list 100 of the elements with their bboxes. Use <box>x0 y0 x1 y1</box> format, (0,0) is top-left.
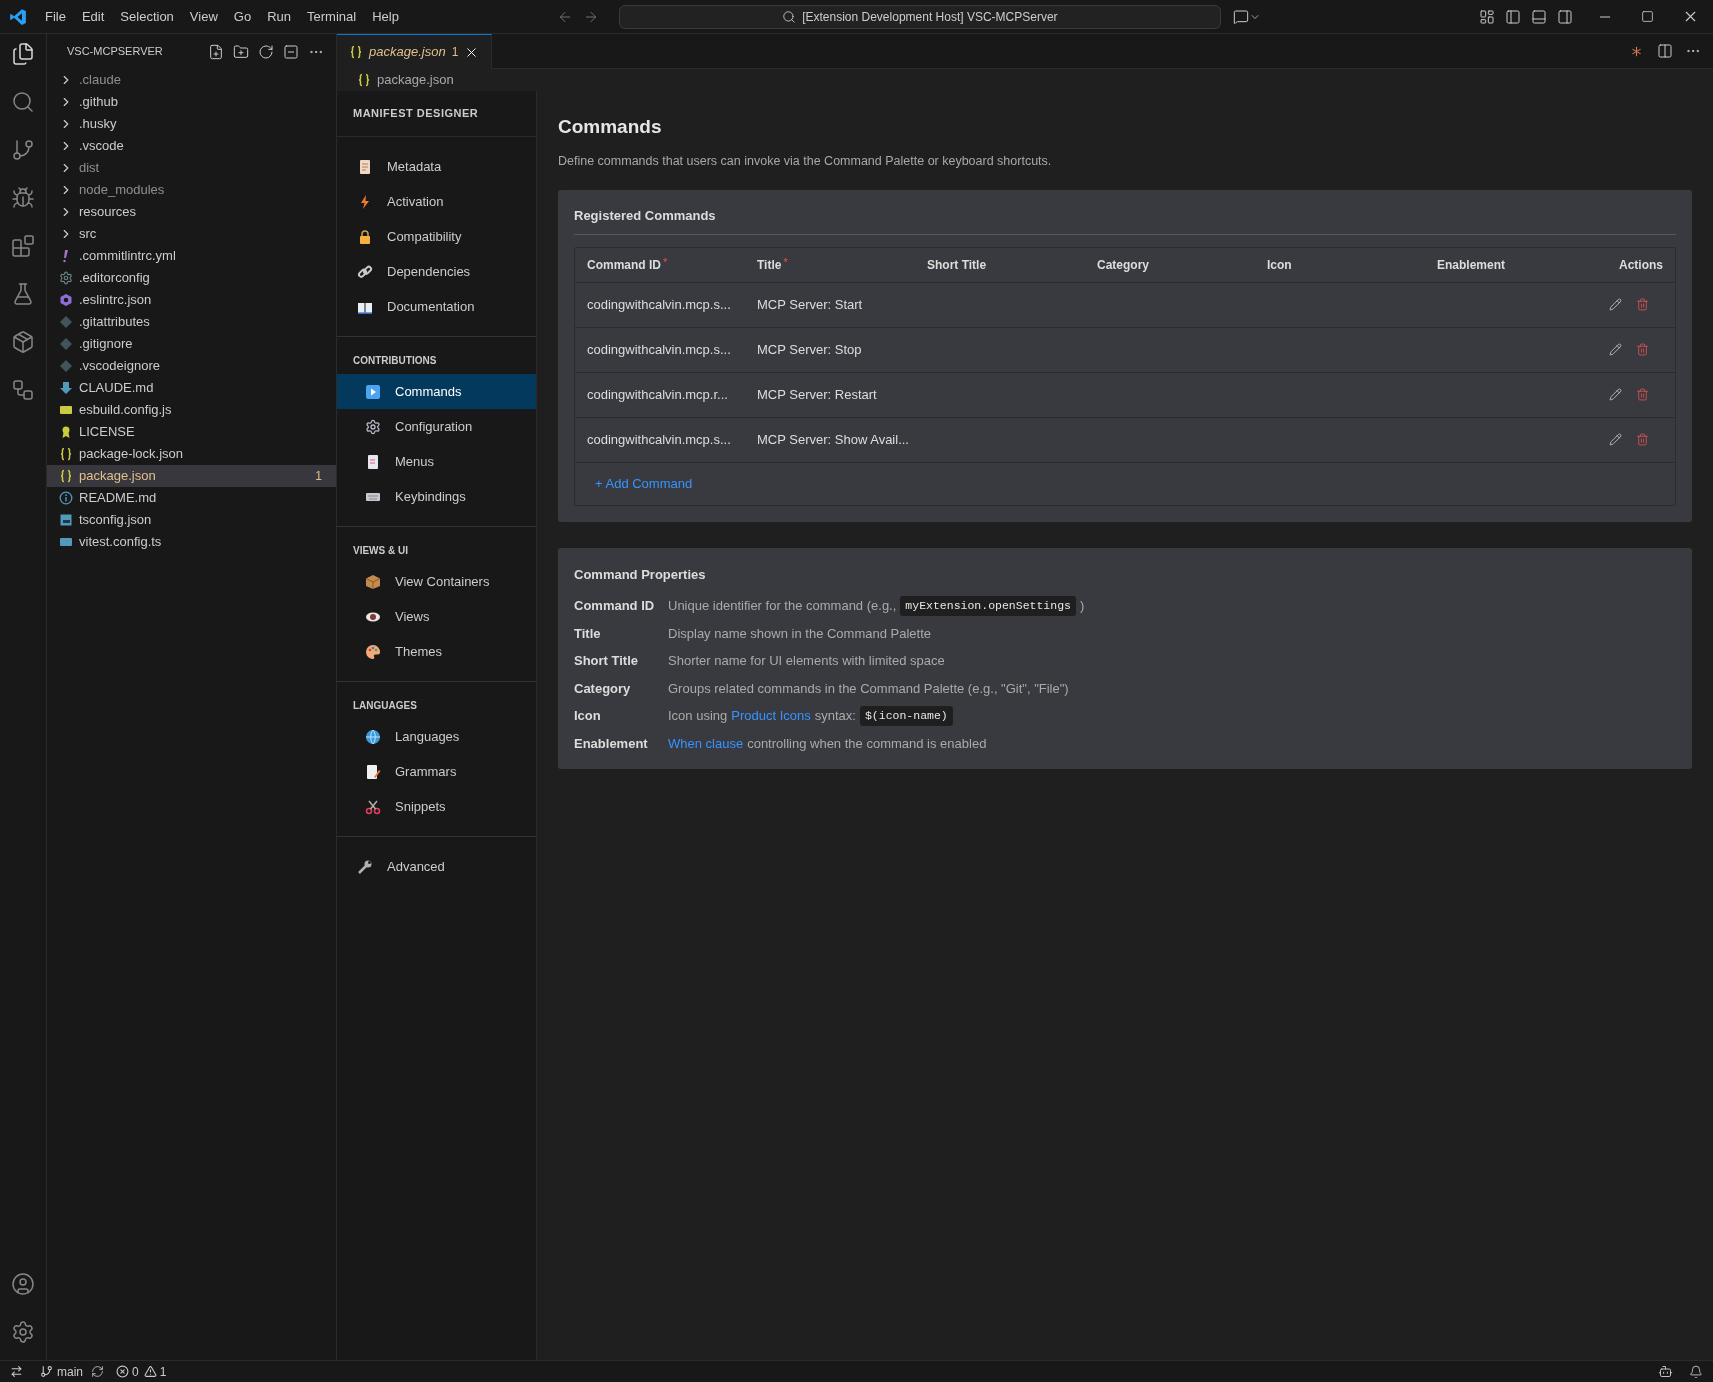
panel-toggle-icon[interactable] <box>1531 8 1547 25</box>
braces-icon <box>349 45 363 59</box>
file-tree-item[interactable]: .vscodeignore <box>47 355 336 377</box>
command-center[interactable]: [Extension Development Host] VSC-MCPServer <box>618 4 1221 29</box>
file-tree-item[interactable]: .gitattributes <box>47 311 336 333</box>
column-header: Actions <box>1619 256 1663 274</box>
sync-icon[interactable] <box>91 1365 104 1378</box>
account-icon[interactable] <box>11 1272 35 1296</box>
designer-title: MANIFEST DESIGNER <box>353 106 479 122</box>
add-command-link[interactable]: + Add Command <box>595 474 693 494</box>
extensions-icon[interactable] <box>11 234 35 258</box>
layout-icon[interactable] <box>1479 8 1495 25</box>
scissors-icon <box>365 798 381 815</box>
new-file-icon[interactable] <box>208 43 224 60</box>
nav-item[interactable]: Commands <box>337 374 536 409</box>
nav-item[interactable]: Keybindings <box>337 479 536 514</box>
file-tree-item[interactable]: .eslintrc.json <box>47 289 336 311</box>
file-tree-item[interactable]: .husky <box>47 113 336 135</box>
table-cell-text: codingwithcalvin.mcp.s... <box>587 296 732 314</box>
file-tree-item[interactable]: README.md <box>47 487 336 509</box>
nav-item[interactable]: Dependencies <box>337 254 536 289</box>
menu-item[interactable]: Selection <box>112 4 182 29</box>
new-folder-icon[interactable] <box>233 43 249 60</box>
file-tree-item[interactable]: .gitignore <box>47 333 336 355</box>
menu-item[interactable]: Go <box>225 4 260 29</box>
script-icon <box>59 403 73 417</box>
explorer-icon[interactable] <box>11 42 35 66</box>
breadcrumb[interactable]: package.json <box>377 70 454 90</box>
menu-item[interactable]: Run <box>259 4 299 29</box>
maximize-icon[interactable] <box>1641 10 1654 23</box>
menu-item[interactable]: View <box>181 4 226 29</box>
sidebar-toggle-icon[interactable] <box>1505 8 1521 25</box>
table-cell-text: codingwithcalvin.mcp.s... <box>587 341 732 359</box>
refresh-icon[interactable] <box>258 43 274 60</box>
edit-icon[interactable] <box>1609 433 1622 447</box>
file-tree-item[interactable]: CLAUDE.md <box>47 377 336 399</box>
file-tree-item[interactable]: .vscode <box>47 135 336 157</box>
table-cell-text: MCP Server: Restart <box>757 386 878 404</box>
file-tree-item[interactable]: esbuild.config.js <box>47 399 336 421</box>
nav-item[interactable]: Metadata <box>337 149 536 184</box>
nav-item[interactable]: Snippets <box>337 789 536 824</box>
property-text: Unique identifier for the command (e.g., <box>668 597 897 616</box>
property-text: Icon using <box>668 707 728 726</box>
edit-icon[interactable] <box>1609 343 1622 357</box>
testing-icon[interactable] <box>11 282 35 306</box>
menu-item[interactable]: Help <box>364 4 407 29</box>
file-tree-item[interactable]: LICENSE <box>47 421 336 443</box>
nav-item[interactable]: Languages <box>337 719 536 754</box>
nav-item[interactable]: Advanced <box>337 849 536 884</box>
file-tree-item[interactable]: dist <box>47 157 336 179</box>
editor-tab[interactable]: package.json 1 <box>337 34 493 69</box>
nav-item[interactable]: Compatibility <box>337 219 536 254</box>
nav-item[interactable]: Menus <box>337 444 536 479</box>
menu-item[interactable]: File <box>37 4 74 29</box>
app-logo-icon <box>9 7 27 26</box>
section-heading: CONTRIBUTIONS <box>352 354 438 368</box>
edit-icon[interactable] <box>1609 388 1622 402</box>
remote-explorer-icon[interactable] <box>11 378 35 402</box>
nav-item[interactable]: View Containers <box>337 564 536 599</box>
property-term: Icon <box>574 707 602 726</box>
file-tree-item[interactable]: package.json 1 <box>47 465 336 487</box>
debug-icon[interactable] <box>11 186 35 210</box>
nav-item[interactable]: Grammars <box>337 754 536 789</box>
menu-item[interactable]: Edit <box>73 4 113 29</box>
package-icon[interactable] <box>11 330 35 354</box>
hexagon-icon <box>59 293 73 307</box>
braces-icon <box>59 447 73 461</box>
file-tree-item[interactable]: resources <box>47 201 336 223</box>
column-header: Category <box>1097 256 1149 274</box>
file-tree-item[interactable]: package-lock.json <box>47 443 336 465</box>
file-tree-item[interactable]: .claude <box>47 69 336 91</box>
settings-icon[interactable] <box>11 1320 35 1344</box>
split-editor-icon[interactable] <box>1657 43 1673 59</box>
file-tree-item[interactable]: .editorconfig <box>47 267 336 289</box>
file-tree-item[interactable]: src <box>47 223 336 245</box>
secondary-sidebar-icon[interactable] <box>1557 8 1573 25</box>
nav-item[interactable]: Activation <box>337 184 536 219</box>
file-tree-item[interactable]: node_modules <box>47 179 336 201</box>
nav-item[interactable]: Documentation <box>337 289 536 324</box>
search-icon[interactable] <box>11 90 35 114</box>
docs-link[interactable]: When clause <box>668 733 744 754</box>
file-tree-item[interactable]: .commitlintrc.yml <box>47 245 336 267</box>
braces-icon <box>357 73 371 87</box>
source-control-icon[interactable] <box>11 138 35 162</box>
menu-item[interactable]: Terminal <box>299 4 365 29</box>
file-tree-item[interactable]: .github <box>47 91 336 113</box>
docs-link[interactable]: Product Icons <box>731 706 811 726</box>
nav-item[interactable]: Configuration <box>337 409 536 444</box>
nav-item[interactable]: Views <box>337 599 536 634</box>
edit-icon[interactable] <box>1609 298 1622 312</box>
collapse-icon[interactable] <box>283 43 299 60</box>
file-tree-item[interactable]: vitest.config.ts <box>47 531 336 553</box>
file-tree-item[interactable]: tsconfig.json <box>47 509 336 531</box>
branch-indicator[interactable]: main <box>32 1362 91 1381</box>
copilot-icon[interactable] <box>1658 1364 1673 1379</box>
problems-indicator[interactable]: 0 1 <box>104 1362 179 1381</box>
chat-icon[interactable] <box>1232 8 1249 25</box>
nav-item[interactable]: Themes <box>337 634 536 669</box>
notifications-icon[interactable] <box>1689 1364 1703 1379</box>
explorer-title: VSC-MCPSERVER <box>67 44 163 60</box>
